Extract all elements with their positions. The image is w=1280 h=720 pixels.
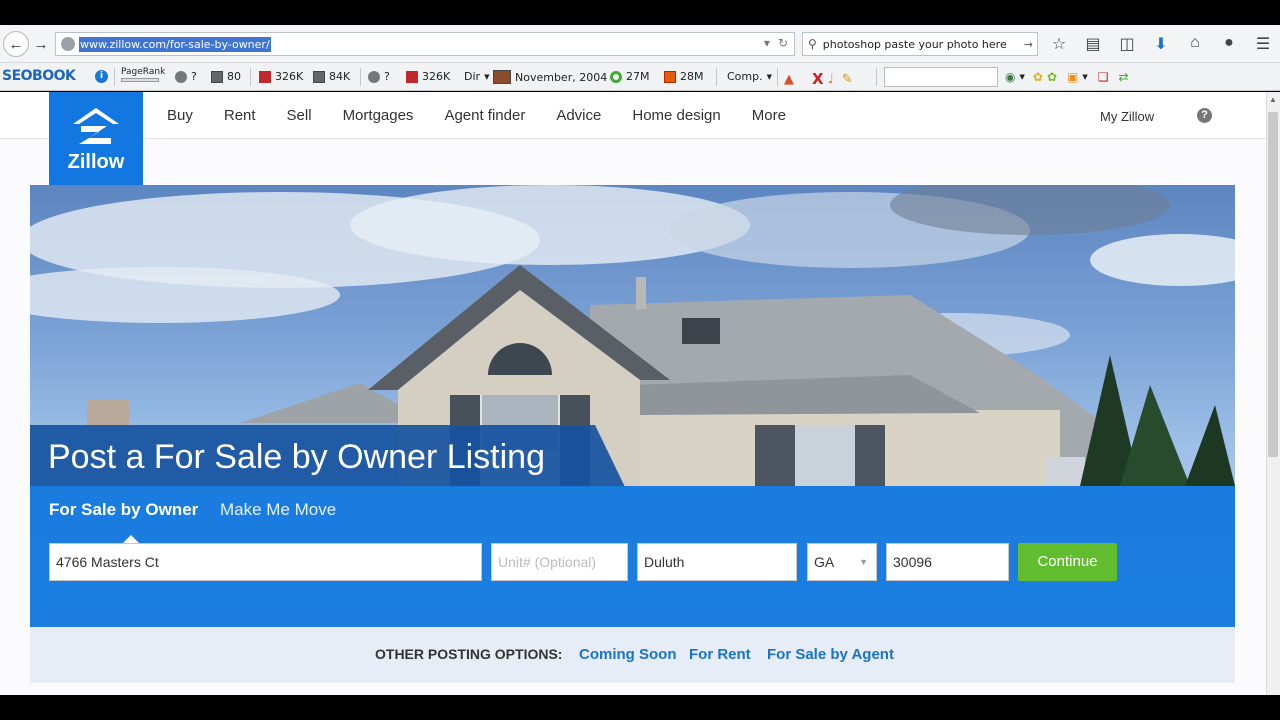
coming-soon-link[interactable]: Coming Soon xyxy=(579,646,677,663)
search-query[interactable]: photoshop paste your photo here xyxy=(823,38,1007,51)
dropdown-icon[interactable]: ▾ xyxy=(764,36,770,50)
compete-dropdown[interactable]: Comp. ▼ xyxy=(727,70,772,83)
tab-make-me-move[interactable]: Make Me Move xyxy=(220,500,336,520)
scroll-up-icon[interactable]: ▲ xyxy=(1269,95,1277,104)
backlinks-1[interactable]: 326K xyxy=(259,70,303,83)
pagerank-bar xyxy=(121,78,159,82)
search-icon: ⚲ xyxy=(808,37,817,51)
nav-advice[interactable]: Advice xyxy=(556,107,601,124)
help-icon[interactable]: ? xyxy=(1197,108,1212,123)
seobook-logo[interactable]: SEOBOOK xyxy=(2,68,76,84)
web-page: Buy Rent Sell Mortgages Agent finder Adv… xyxy=(0,92,1266,695)
pocket-icon[interactable]: ◫ xyxy=(1116,34,1138,54)
dropdown-arrow-icon: ▼ xyxy=(1082,73,1088,81)
backlinks-2[interactable]: 84K xyxy=(313,70,350,83)
nav-buy[interactable]: Buy xyxy=(167,107,193,124)
seo-toolbar: SEOBOOK i PageRank ? 80 326K 84K ? 326K … xyxy=(0,63,1280,91)
eye-icon[interactable]: ◉ xyxy=(1005,70,1015,84)
forward-button[interactable]: → xyxy=(28,31,54,57)
unit-field[interactable]: Unit# (Optional) xyxy=(491,543,628,581)
tab-for-sale-by-owner[interactable]: For Sale by Owner xyxy=(49,500,198,520)
search-bar[interactable]: ⚲ photoshop paste your photo here → xyxy=(802,32,1038,56)
info-icon[interactable]: i xyxy=(95,70,108,83)
site-header: Buy Rent Sell Mortgages Agent finder Adv… xyxy=(0,92,1266,139)
chevron-down-icon: ▼ xyxy=(859,557,868,567)
pagerank-widget[interactable]: PageRank xyxy=(121,67,165,82)
arrows-icon[interactable]: ⇄ xyxy=(1119,70,1129,84)
page-title: Post a For Sale by Owner Listing xyxy=(48,438,546,476)
scrollbar-thumb[interactable] xyxy=(1268,112,1278,457)
backlink-icon xyxy=(259,70,271,83)
logo-text: Zillow xyxy=(67,151,125,173)
rss-icon[interactable]: ▣ xyxy=(1067,70,1078,84)
main-nav: Buy Rent Sell Mortgages Agent finder Adv… xyxy=(167,107,817,124)
cache-value[interactable]: ? xyxy=(368,70,390,83)
backlink-icon xyxy=(406,70,418,83)
sound-icon[interactable]: ♩ xyxy=(828,72,834,87)
reading-list-icon[interactable]: ▤ xyxy=(1082,34,1104,54)
sun-icon xyxy=(664,70,676,83)
dropdown-arrow-icon: ▼ xyxy=(484,72,490,81)
download-icon[interactable]: ⬇ xyxy=(1150,34,1172,54)
copy-icon[interactable]: ❏ xyxy=(1098,70,1109,84)
metric-1[interactable]: 27M xyxy=(610,70,650,83)
alexa-icon xyxy=(211,70,223,83)
other-options-label: OTHER POSTING OPTIONS: xyxy=(375,646,563,662)
my-zillow-link[interactable]: My Zillow xyxy=(1100,109,1154,124)
nav-sell[interactable]: Sell xyxy=(287,107,312,124)
dir-dropdown[interactable]: Dir ▼ xyxy=(464,70,489,83)
cache-icon xyxy=(368,70,380,83)
title-band: Post a For Sale by Owner Listing xyxy=(30,425,625,487)
home-icon[interactable]: ⌂ xyxy=(1184,34,1206,54)
bird-icon[interactable]: ▲ xyxy=(784,72,794,87)
bookmark-star-icon[interactable]: ☆ xyxy=(1048,34,1070,54)
index-icon xyxy=(313,70,325,83)
dropdown-arrow-icon: ▼ xyxy=(1019,73,1025,81)
nav-rent[interactable]: Rent xyxy=(224,107,256,124)
leaf-icon[interactable]: ✿ xyxy=(1033,70,1043,84)
back-button[interactable]: ← xyxy=(3,31,29,57)
note-icon[interactable]: ✎ xyxy=(842,72,853,87)
nav-mortgages[interactable]: Mortgages xyxy=(343,107,414,124)
ring-icon xyxy=(610,70,622,83)
search-go-icon[interactable]: → xyxy=(1024,38,1033,51)
zillow-z-icon xyxy=(73,108,119,144)
reload-icon[interactable]: ↻ xyxy=(778,36,788,50)
pagerank-value[interactable]: ? xyxy=(175,70,197,83)
nav-agent-finder[interactable]: Agent finder xyxy=(444,107,525,124)
hero-section: Post a For Sale by Owner Listing For Sal… xyxy=(30,185,1235,627)
bottom-black-bar xyxy=(0,695,1280,720)
state-value: GA xyxy=(814,554,835,570)
listing-form: For Sale by Owner Make Me Move 4766 Mast… xyxy=(30,486,1235,627)
seo-search-input[interactable] xyxy=(884,67,998,87)
zillow-logo[interactable]: Zillow xyxy=(49,92,143,185)
for-sale-by-agent-link[interactable]: For Sale by Agent xyxy=(767,646,894,663)
for-rent-link[interactable]: For Rent xyxy=(689,646,751,663)
other-posting-options: OTHER POSTING OPTIONS: Coming Soon For R… xyxy=(30,627,1235,683)
continue-button[interactable]: Continue xyxy=(1018,543,1117,581)
url-bar[interactable]: www.zillow.com/for-sale-by-owner/ ▾ ↻ xyxy=(55,32,795,56)
nav-more[interactable]: More xyxy=(752,107,786,124)
globe-icon xyxy=(61,37,75,51)
zip-field[interactable]: 30096 xyxy=(886,543,1009,581)
top-black-bar xyxy=(0,0,1280,25)
chat-icon[interactable]: ● xyxy=(1218,34,1240,54)
dropdown-arrow-icon: ▼ xyxy=(766,72,772,81)
city-field[interactable]: Duluth xyxy=(637,543,797,581)
street-address-field[interactable]: 4766 Masters Ct xyxy=(49,543,482,581)
archive-date[interactable]: November, 2004 xyxy=(493,70,607,84)
nav-home-design[interactable]: Home design xyxy=(632,107,720,124)
browser-navbar: ← → www.zillow.com/for-sale-by-owner/ ▾ … xyxy=(0,25,1280,63)
state-select[interactable]: GA ▼ xyxy=(807,543,877,581)
metric-2[interactable]: 28M xyxy=(664,70,704,83)
leaf-green-icon[interactable]: ✿ xyxy=(1047,70,1057,84)
backlinks-3[interactable]: 326K xyxy=(406,70,450,83)
alexa-count[interactable]: 80 xyxy=(211,70,241,83)
menu-icon[interactable]: ☰ xyxy=(1252,34,1274,54)
url-text[interactable]: www.zillow.com/for-sale-by-owner/ xyxy=(79,36,271,52)
x-icon[interactable]: X xyxy=(812,70,824,88)
globe-icon xyxy=(175,70,187,83)
archive-icon xyxy=(493,70,511,84)
